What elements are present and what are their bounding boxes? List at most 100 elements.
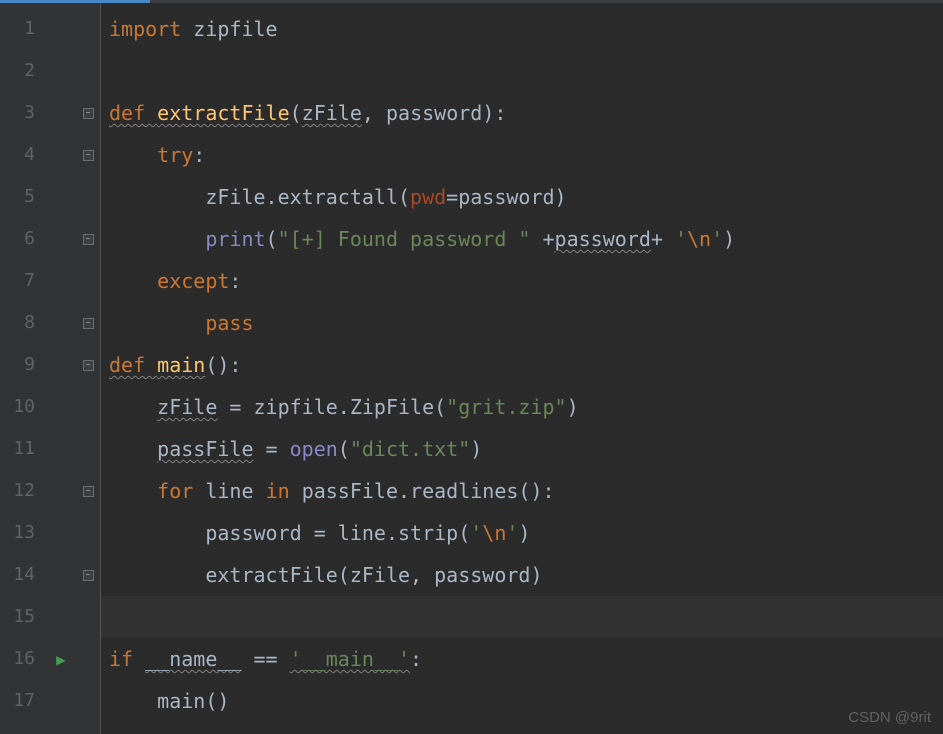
fold-gutter-slot[interactable]: − [76, 344, 100, 386]
line-number: 14 [0, 554, 45, 596]
run-gutter-slot[interactable] [46, 386, 76, 428]
code-line[interactable] [101, 50, 943, 92]
run-gutter-slot[interactable] [46, 134, 76, 176]
code-line[interactable]: for line in passFile.readlines(): [101, 470, 943, 512]
run-gutter-slot[interactable] [46, 176, 76, 218]
run-gutter-slot[interactable] [46, 8, 76, 50]
code-token: zFile [157, 395, 217, 419]
fold-collapse-icon[interactable]: − [83, 360, 94, 371]
code-token: def [109, 353, 157, 377]
editor-tabstrip[interactable] [0, 0, 943, 3]
code-line[interactable]: passFile = open("dict.txt") [101, 428, 943, 470]
run-gutter-slot[interactable] [46, 554, 76, 596]
code-area[interactable]: import zipfiledef extractFile(zFile, pas… [100, 0, 943, 734]
fold-gutter-slot[interactable]: − [76, 470, 100, 512]
code-line[interactable]: zFile.extractall(pwd=password) [101, 176, 943, 218]
code-line[interactable]: if __name__ == '__main__': [101, 638, 943, 680]
fold-gutter-slot[interactable] [76, 50, 100, 92]
code-line[interactable]: main() [101, 680, 943, 722]
code-line[interactable] [101, 596, 943, 638]
code-token [109, 521, 205, 545]
fold-gutter-slot[interactable]: − [76, 92, 100, 134]
fold-gutter-slot[interactable] [76, 512, 100, 554]
fold-gutter-slot[interactable] [76, 638, 100, 680]
line-number: 3 [0, 92, 45, 134]
fold-gutter-slot[interactable]: − [76, 554, 100, 596]
fold-gutter-slot[interactable] [76, 176, 100, 218]
active-tab-indicator [0, 0, 150, 3]
fold-gutter-slot[interactable]: − [76, 302, 100, 344]
run-gutter-slot[interactable]: ▶ [46, 638, 76, 680]
code-line[interactable]: try: [101, 134, 943, 176]
fold-gutter-slot[interactable] [76, 386, 100, 428]
code-line[interactable]: def extractFile(zFile, password): [101, 92, 943, 134]
code-token: ( [338, 437, 350, 461]
code-token: ' [470, 521, 482, 545]
fold-gutter-slot[interactable] [76, 8, 100, 50]
line-number: 17 [0, 680, 45, 722]
code-token: ' [711, 227, 723, 251]
run-gutter-slot[interactable] [46, 680, 76, 722]
code-token: ) [518, 521, 530, 545]
code-token: = zipfile.ZipFile( [217, 395, 446, 419]
code-token: pwd [410, 185, 446, 209]
code-token: password = line.strip( [205, 521, 470, 545]
code-token [109, 143, 157, 167]
run-gutter-slot[interactable] [46, 344, 76, 386]
code-token [109, 185, 205, 209]
run-gutter-slot[interactable] [46, 470, 76, 512]
run-gutter[interactable]: ▶ [46, 0, 76, 734]
fold-gutter-slot[interactable]: − [76, 218, 100, 260]
run-gutter-slot[interactable] [46, 428, 76, 470]
fold-gutter-slot[interactable] [76, 428, 100, 470]
code-token: , [362, 101, 386, 125]
run-gutter-slot[interactable] [46, 260, 76, 302]
code-token: main() [157, 689, 229, 713]
fold-gutter-slot[interactable] [76, 680, 100, 722]
code-token: : [229, 269, 241, 293]
line-number: 2 [0, 50, 45, 92]
fold-end-icon[interactable]: − [83, 318, 94, 329]
code-editor[interactable]: 1234567891011121314151617 ▶ −−−−−−− impo… [0, 0, 943, 734]
code-token: zFile.extractall( [205, 185, 410, 209]
fold-collapse-icon[interactable]: − [83, 486, 94, 497]
run-gutter-slot[interactable] [46, 512, 76, 554]
code-line[interactable]: print("[+] Found password " +password+ '… [101, 218, 943, 260]
code-token [109, 563, 205, 587]
code-line[interactable]: pass [101, 302, 943, 344]
line-number: 11 [0, 428, 45, 470]
code-line[interactable]: password = line.strip('\n') [101, 512, 943, 554]
code-line[interactable]: def main(): [101, 344, 943, 386]
code-line[interactable]: extractFile(zFile, password) [101, 554, 943, 596]
run-gutter-slot[interactable] [46, 50, 76, 92]
fold-gutter-slot[interactable] [76, 260, 100, 302]
run-gutter-slot[interactable] [46, 92, 76, 134]
line-number: 7 [0, 260, 45, 302]
code-token: ) [723, 227, 735, 251]
fold-collapse-icon[interactable]: − [83, 108, 94, 119]
code-token [109, 227, 205, 251]
run-icon[interactable]: ▶ [56, 650, 66, 669]
code-line[interactable]: except: [101, 260, 943, 302]
code-token: zipfile [193, 17, 277, 41]
line-number: 13 [0, 512, 45, 554]
line-number: 12 [0, 470, 45, 512]
line-number: 16 [0, 638, 45, 680]
code-line[interactable]: zFile = zipfile.ZipFile("grit.zip") [101, 386, 943, 428]
run-gutter-slot[interactable] [46, 596, 76, 638]
code-line[interactable]: import zipfile [101, 8, 943, 50]
code-token: password [555, 227, 651, 251]
fold-end-icon[interactable]: − [83, 570, 94, 581]
run-gutter-slot[interactable] [46, 302, 76, 344]
fold-collapse-icon[interactable]: − [83, 150, 94, 161]
fold-end-icon[interactable]: − [83, 234, 94, 245]
code-token [109, 311, 205, 335]
fold-gutter-slot[interactable]: − [76, 134, 100, 176]
fold-gutter-slot[interactable] [76, 596, 100, 638]
code-token: : [410, 647, 422, 671]
code-token: main [157, 353, 205, 377]
fold-gutter[interactable]: − − − − − − − [76, 0, 100, 734]
code-token: =password) [446, 185, 566, 209]
run-gutter-slot[interactable] [46, 218, 76, 260]
code-token: extractFile [157, 101, 289, 125]
